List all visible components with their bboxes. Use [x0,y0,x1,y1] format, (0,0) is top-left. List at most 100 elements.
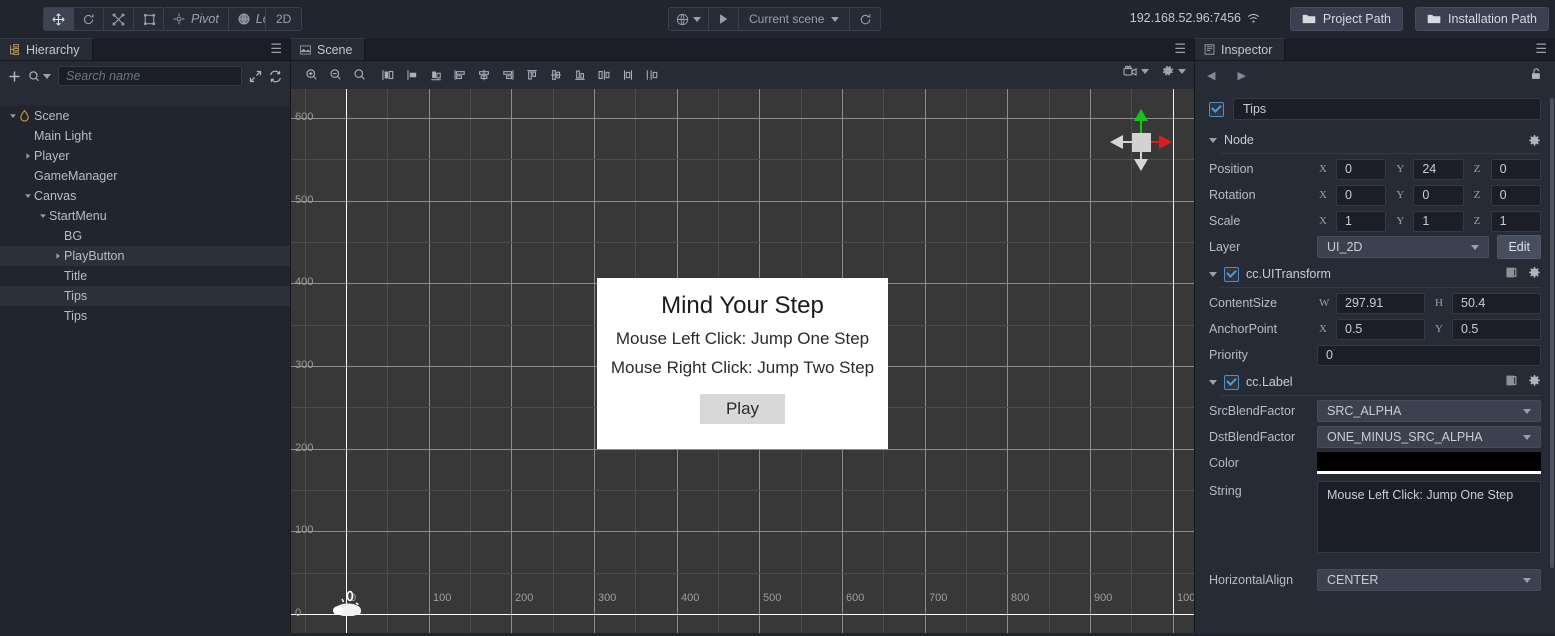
scene-menu-icon[interactable]: ☰ [1174,42,1186,56]
hierarchy-node-scene[interactable]: Scene [0,106,290,126]
scene-select-dropdown[interactable]: Current scene [739,8,851,30]
hierarchy-node-playbutton[interactable]: PlayButton [0,246,290,266]
inspector-menu-icon[interactable]: ☰ [1535,42,1547,56]
hierarchy-node-startmenu[interactable]: StartMenu [0,206,290,226]
scale-x-input[interactable]: 1 [1336,210,1387,232]
refresh-button[interactable] [850,8,880,30]
priority-input[interactable]: 0 [1317,344,1541,366]
scene-viewport[interactable]: 0100200300400500600700800900100001002003… [291,89,1194,636]
start-menu-dialog[interactable]: Mind Your Step Mouse Left Click: Jump One… [597,278,888,449]
align-center-v-tool[interactable] [401,64,423,86]
installation-path-button[interactable]: Installation Path [1415,7,1549,31]
hierarchy-scene-splitter[interactable] [290,38,291,636]
rotation-y-input[interactable]: 0 [1413,184,1464,206]
node-section-gear[interactable] [1528,134,1541,147]
hierarchy-node-canvas[interactable]: Canvas [0,186,290,206]
hierarchy-node-player[interactable]: Player [0,146,290,166]
chevron-down-icon[interactable] [6,112,19,120]
move-gizmo[interactable] [1106,107,1177,178]
label-gear-icon[interactable] [1528,374,1541,390]
label-help-doc-icon[interactable] [1505,374,1518,390]
content-size-h-input[interactable]: 50.4 [1452,292,1541,314]
uitransform-section-actions[interactable] [1505,266,1541,282]
content-size-w-input[interactable]: 297.91 [1336,292,1425,314]
player-character-sprite[interactable] [329,590,367,617]
rotation-x-input[interactable]: 0 [1336,184,1387,206]
chevron-right-icon[interactable] [21,152,34,160]
align-left-edge-tool[interactable] [377,64,399,86]
label-enabled-checkbox[interactable] [1224,374,1239,390]
anchor-point-x-input[interactable]: 0.5 [1336,318,1425,340]
gizmo-arrow-up[interactable] [1134,109,1148,121]
scale-tool[interactable] [104,8,134,30]
dst-blend-select[interactable]: ONE_MINUS_SRC_ALPHA [1317,426,1541,448]
chevron-down-icon[interactable] [36,212,49,220]
align-vcenter-tool[interactable] [545,64,567,86]
inspector-lock-button[interactable] [1529,67,1543,84]
rotate-tool[interactable] [74,8,104,30]
gizmo-center-handle[interactable] [1132,133,1151,152]
tab-hierarchy[interactable]: Hierarchy [0,38,93,60]
position-y-input[interactable]: 24 [1413,158,1464,180]
position-z-input[interactable]: 0 [1490,158,1541,180]
hierarchy-menu-icon[interactable]: ☰ [270,42,282,56]
tab-inspector[interactable]: Inspector [1195,38,1286,60]
inspector-scrollbar[interactable] [1550,98,1554,568]
horizontal-align-select[interactable]: CENTER [1317,569,1541,591]
anchor-point-y-input[interactable]: 0.5 [1452,318,1541,340]
src-blend-select[interactable]: SRC_ALPHA [1317,400,1541,422]
chevron-down-icon[interactable] [21,192,34,200]
hierarchy-node-tips-2[interactable]: Tips [0,306,290,326]
node-section-header[interactable]: Node [1195,129,1555,151]
scene-gear-dropdown[interactable] [1161,64,1186,78]
rect-transform-tool[interactable] [134,8,164,30]
hierarchy-node-gamemanager[interactable]: GameManager [0,166,290,186]
inspector-forward-button[interactable]: ▶ [1237,69,1245,82]
uitransform-help-doc-icon[interactable] [1505,266,1518,282]
align-left-tool[interactable] [449,64,471,86]
add-node-button[interactable] [8,70,21,83]
search-filter-button[interactable] [28,70,51,83]
layer-select[interactable]: UI_2D [1317,236,1490,258]
pivot-toggle[interactable]: Pivot [164,8,229,30]
align-bottom-tool[interactable] [569,64,591,86]
color-swatch[interactable] [1317,452,1541,474]
distribute-gap-tool[interactable] [641,64,663,86]
zoom-in-tool[interactable] [301,64,323,86]
align-right-tool[interactable] [497,64,519,86]
search-input[interactable]: Search name [58,66,242,86]
distribute-v-tool[interactable] [617,64,639,86]
expand-all-button[interactable] [249,70,262,83]
uitransform-gear-icon[interactable] [1528,266,1541,282]
align-right-edge-tool[interactable] [425,64,447,86]
gizmo-arrow-left[interactable] [1110,135,1123,149]
preview-device-button[interactable] [669,8,709,30]
hierarchy-node-title[interactable]: Title [0,266,290,286]
camera-dropdown[interactable] [1123,65,1149,78]
gizmo-arrow-down[interactable] [1134,159,1148,171]
chevron-right-icon[interactable] [51,252,64,260]
project-path-button[interactable]: Project Path [1289,7,1403,31]
hierarchy-node-bg[interactable]: BG [0,226,290,246]
play-button-node[interactable]: Play [699,394,786,424]
string-textarea[interactable]: Mouse Left Click: Jump One Step [1317,481,1541,553]
uitransform-enabled-checkbox[interactable] [1224,266,1239,282]
zoom-out-tool[interactable] [325,64,347,86]
play-button[interactable] [709,8,739,30]
tab-scene[interactable]: Scene [291,38,366,60]
inspector-back-button[interactable]: ◀ [1207,69,1215,82]
uitransform-section-header[interactable]: cc.UITransform [1195,263,1555,285]
position-x-input[interactable]: 0 [1336,158,1387,180]
move-tool[interactable] [44,8,74,30]
layer-edit-button[interactable]: Edit [1497,235,1541,259]
align-hcenter-tool[interactable] [473,64,495,86]
rotation-z-input[interactable]: 0 [1490,184,1541,206]
hierarchy-node-main-light[interactable]: Main Light [0,126,290,146]
zoom-fit-tool[interactable] [349,64,371,86]
label-section-header[interactable]: cc.Label [1195,371,1555,393]
align-top-tool[interactable] [521,64,543,86]
distribute-h-tool[interactable] [593,64,615,86]
gizmo-arrow-right[interactable] [1159,135,1172,149]
scale-y-input[interactable]: 1 [1413,210,1464,232]
label-section-actions[interactable] [1505,374,1541,390]
